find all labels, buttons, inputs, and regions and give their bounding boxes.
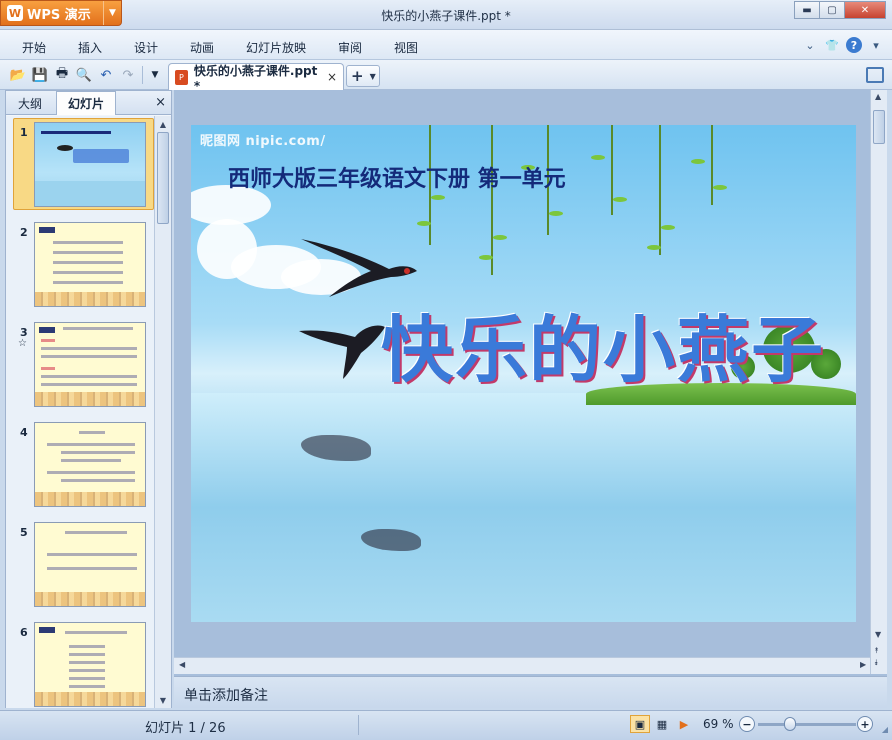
help-icon[interactable]: ?: [846, 37, 862, 53]
print-icon[interactable]: 🖶: [53, 66, 71, 84]
maximize-button[interactable]: ▢: [819, 1, 845, 19]
slide-number: 2: [20, 226, 28, 239]
slide-number: 5: [20, 526, 28, 539]
slide-thumbnail-3[interactable]: 3 ☆: [6, 318, 154, 414]
quick-toolbar: 📂 💾 🖶 🔍 ↶ ↷ ▼ P 快乐的小燕子课件.ppt * × + ▼: [0, 60, 892, 93]
previous-slide-icon[interactable]: ⯭: [874, 646, 879, 656]
resize-grip-icon[interactable]: ◢: [882, 725, 888, 734]
swallow-icon: [301, 239, 417, 297]
scroll-up-icon[interactable]: ▲: [875, 92, 881, 101]
zoom-level: 69 %: [703, 717, 734, 731]
scrollbar-thumb[interactable]: [157, 132, 169, 224]
menu-design[interactable]: 设计: [134, 39, 158, 56]
undo-icon[interactable]: ↶: [97, 66, 115, 84]
window-title: 快乐的小燕子课件.ppt *: [381, 9, 511, 23]
toolbar-customize-icon[interactable]: ▼: [146, 66, 164, 84]
slides-panel: 大纲 幻灯片 × 1 2 3 ☆ 4 5 6 ▲ ▼: [5, 90, 172, 708]
close-panel-icon[interactable]: ×: [155, 95, 166, 110]
document-tab[interactable]: P 快乐的小燕子课件.ppt * ×: [168, 63, 344, 93]
animation-star-icon: ☆: [18, 338, 27, 349]
slide-thumbnail-1[interactable]: 1: [6, 118, 154, 214]
slide-thumbnail-4[interactable]: 4: [6, 418, 154, 514]
slide-number: 4: [20, 426, 28, 439]
window-layout-icon[interactable]: [866, 67, 884, 83]
scroll-down-icon[interactable]: ▼: [875, 630, 881, 639]
notes-pane[interactable]: 单击添加备注: [174, 676, 887, 708]
slide-number: 1: [20, 126, 28, 139]
slide-counter: 幻灯片 1 / 26: [145, 721, 226, 736]
redo-icon[interactable]: ↷: [119, 66, 137, 84]
slide-sorter-view-button[interactable]: ▦: [652, 715, 672, 733]
document-tab-label: 快乐的小燕子课件.ppt *: [193, 63, 318, 93]
slide-title[interactable]: 快乐的小燕子: [381, 291, 825, 396]
scrollbar-thumb[interactable]: [873, 110, 885, 144]
chevron-down-icon[interactable]: ⌄: [802, 37, 818, 53]
swallow-icon: [299, 325, 385, 379]
minimize-button[interactable]: ▬: [794, 1, 820, 19]
ppt-file-icon: P: [175, 69, 188, 85]
scroll-left-icon[interactable]: ◀: [179, 660, 185, 669]
dropdown-icon[interactable]: ▾: [868, 37, 884, 53]
status-bar: 幻灯片 1 / 26 ▣ ▦ ▶ 69 % − + ◢: [0, 710, 892, 740]
save-icon[interactable]: 💾: [31, 66, 49, 84]
slide-thumbnail-5[interactable]: 5: [6, 518, 154, 614]
normal-view-button[interactable]: ▣: [630, 715, 650, 733]
skin-icon[interactable]: 👕: [824, 37, 840, 53]
thumbnails-scrollbar[interactable]: ▲ ▼: [154, 116, 171, 708]
chevron-down-icon: ▼: [369, 71, 376, 81]
slide-canvas[interactable]: 昵图网 nipic.com/ 西师大版三年级语文下册 第一单元 快乐的小燕子: [191, 125, 856, 622]
menu-slideshow[interactable]: 幻灯片放映: [246, 39, 306, 56]
zoom-slider-handle[interactable]: [784, 717, 796, 731]
slide-preview: [34, 222, 146, 307]
slide-preview: [34, 322, 146, 407]
menu-review[interactable]: 审阅: [338, 39, 362, 56]
title-bar: W WPS 演示 ▼ 快乐的小燕子课件.ppt * ▬ ▢ ✕: [0, 0, 892, 30]
scroll-down-icon[interactable]: ▼: [155, 692, 171, 708]
notes-placeholder: 单击添加备注: [184, 688, 268, 704]
slide-preview: [34, 522, 146, 607]
close-window-button[interactable]: ✕: [844, 1, 886, 19]
new-document-button[interactable]: + ▼: [346, 65, 380, 87]
slide-number: 6: [20, 626, 28, 639]
editor-horizontal-scrollbar[interactable]: ◀ ▶: [174, 657, 870, 674]
slide-watermark: 昵图网 nipic.com/: [200, 134, 326, 149]
slide-preview: [34, 422, 146, 507]
slide-thumbnail-2[interactable]: 2: [6, 218, 154, 314]
scroll-up-icon[interactable]: ▲: [155, 116, 171, 132]
slide-subtitle[interactable]: 西师大版三年级语文下册 第一单元: [228, 161, 566, 193]
editor-vertical-scrollbar[interactable]: ▲ ▼ ⯭ ⯯: [870, 90, 887, 674]
zoom-out-button[interactable]: −: [739, 716, 755, 732]
menu-animation[interactable]: 动画: [190, 39, 214, 56]
close-tab-icon[interactable]: ×: [327, 70, 337, 84]
zoom-in-button[interactable]: +: [857, 716, 873, 732]
menu-bar: 开始 插入 设计 动画 幻灯片放映 审阅 视图 ⌄ 👕 ? ▾: [0, 30, 892, 60]
zoom-slider[interactable]: [758, 723, 856, 726]
next-slide-icon[interactable]: ⯯: [874, 658, 879, 668]
slide-thumbnails: 1 2 3 ☆ 4 5 6: [6, 116, 154, 708]
slide-thumbnail-6[interactable]: 6: [6, 618, 154, 708]
tab-slides[interactable]: 幻灯片: [56, 91, 116, 115]
menu-home[interactable]: 开始: [22, 39, 46, 56]
slide-editor: 昵图网 nipic.com/ 西师大版三年级语文下册 第一单元 快乐的小燕子 ▲…: [174, 90, 887, 676]
open-folder-icon[interactable]: 📂: [9, 66, 27, 84]
tab-outline[interactable]: 大纲: [10, 91, 50, 115]
slide-preview: [34, 622, 146, 707]
menu-insert[interactable]: 插入: [78, 39, 102, 56]
slide-preview: [34, 122, 146, 207]
print-preview-icon[interactable]: 🔍: [75, 66, 93, 84]
slideshow-button[interactable]: ▶: [674, 715, 694, 733]
scroll-right-icon[interactable]: ▶: [860, 660, 866, 669]
menu-view[interactable]: 视图: [394, 39, 418, 56]
